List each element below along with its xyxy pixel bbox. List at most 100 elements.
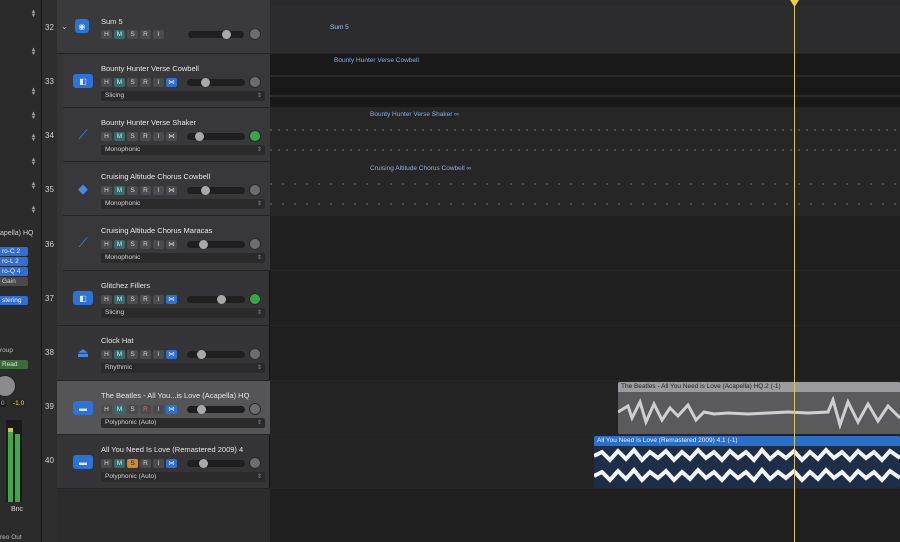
gain-slot[interactable]: Gain xyxy=(0,277,28,286)
hide-button[interactable]: H xyxy=(101,132,112,141)
pan-knob[interactable] xyxy=(249,28,261,40)
track-header-sum-5[interactable]: ⌄ ◉ Sum 5 H M S R I xyxy=(57,0,270,54)
solo-button[interactable]: S xyxy=(127,78,138,87)
flex-mode-select[interactable]: Polyphonic (Auto) ⇕ xyxy=(101,418,265,428)
slider-knob[interactable] xyxy=(197,350,206,359)
solo-button[interactable]: S xyxy=(127,132,138,141)
mute-button[interactable]: M xyxy=(114,30,125,39)
group-label[interactable]: roup xyxy=(0,347,13,354)
lane-ca-maracas[interactable] xyxy=(270,216,900,271)
slider-knob[interactable] xyxy=(201,186,210,195)
track-name[interactable]: Clock Hat xyxy=(101,336,134,345)
lane-bh-cowbell[interactable]: Bounty Hunter Verse Cowbell xyxy=(270,54,900,108)
solo-button[interactable]: S xyxy=(127,30,138,39)
flex-mode-select[interactable]: Monophonic ⇕ xyxy=(101,253,265,263)
pan-knob[interactable] xyxy=(249,184,261,196)
record-button[interactable]: R xyxy=(140,30,151,39)
volume-slider[interactable] xyxy=(187,295,245,304)
stepper-icon[interactable]: ▲ ▼ xyxy=(30,9,37,19)
track-name[interactable]: Bounty Hunter Verse Cowbell xyxy=(101,64,199,73)
slider-knob[interactable] xyxy=(199,459,208,468)
volume-slider[interactable] xyxy=(187,78,245,87)
flex-mode-select[interactable]: Slicing ⇕ xyxy=(101,91,265,101)
region-label[interactable]: Sum 5 xyxy=(330,24,349,31)
input-monitor-button[interactable]: I xyxy=(153,405,164,414)
volume-slider[interactable] xyxy=(187,405,245,414)
track-header-clock-hat[interactable]: ⏏ Clock Hat H M S R I ⋈ Rhythmic ⇕ xyxy=(57,326,270,381)
solo-button[interactable]: S xyxy=(127,350,138,359)
flex-link-icon[interactable]: ⋈ xyxy=(166,240,177,249)
plugin-slot-1[interactable]: ro-C 2 xyxy=(0,247,28,256)
stepper-icon[interactable]: ▲ ▼ xyxy=(30,47,37,57)
pan-knob[interactable] xyxy=(249,403,261,415)
track-name[interactable]: Cruising Altitude Chorus Cowbell xyxy=(101,172,210,181)
flex-link-icon[interactable]: ⋈ xyxy=(166,186,177,195)
hide-button[interactable]: H xyxy=(101,459,112,468)
flex-link-icon[interactable]: ⋈ xyxy=(166,132,177,141)
hide-button[interactable]: H xyxy=(101,405,112,414)
track-header-ca-cowbell[interactable]: ◆ Cruising Altitude Chorus Cowbell H M S… xyxy=(63,162,270,216)
flex-mode-select[interactable]: Slicing ⇕ xyxy=(101,308,265,318)
slider-knob[interactable] xyxy=(195,132,204,141)
solo-button[interactable]: S xyxy=(127,295,138,304)
playhead[interactable] xyxy=(794,0,795,542)
flex-link-icon[interactable]: ⋈ xyxy=(166,350,177,359)
input-monitor-button[interactable]: I xyxy=(153,30,164,39)
slider-knob[interactable] xyxy=(217,295,226,304)
mute-button[interactable]: M xyxy=(114,78,125,87)
record-button[interactable]: R xyxy=(140,295,151,304)
flex-link-icon[interactable]: ⋈ xyxy=(166,405,177,414)
solo-button[interactable]: S xyxy=(127,240,138,249)
track-header-bh-cowbell[interactable]: ◧ Bounty Hunter Verse Cowbell H M S R I … xyxy=(63,54,270,108)
mute-button[interactable]: M xyxy=(114,186,125,195)
volume-slider[interactable] xyxy=(188,30,244,39)
lane-sum-5[interactable]: Sum 5 xyxy=(270,6,900,54)
solo-button[interactable]: S xyxy=(127,459,138,468)
record-button[interactable]: R xyxy=(140,78,151,87)
stepper-icon[interactable]: ▲ ▼ xyxy=(30,111,37,121)
slider-knob[interactable] xyxy=(222,30,231,39)
audio-region-beatles[interactable]: The Beatles - All You Need is Love (Acap… xyxy=(618,382,900,434)
track-header-beatles-acapella[interactable]: ▬ The Beatles - All You...is Love (Acape… xyxy=(57,381,270,435)
hide-button[interactable]: H xyxy=(101,186,112,195)
lane-glitchez[interactable] xyxy=(270,271,900,326)
volume-slider[interactable] xyxy=(187,186,245,195)
lane-beatles-acapella[interactable]: The Beatles - All You Need is Love (Acap… xyxy=(270,381,900,435)
mute-button[interactable]: M xyxy=(114,240,125,249)
volume-slider[interactable] xyxy=(187,132,245,141)
flex-mode-select[interactable]: Polyphonic (Auto) ⇕ xyxy=(101,472,265,482)
mute-button[interactable]: M xyxy=(114,132,125,141)
record-button[interactable]: R xyxy=(140,240,151,249)
volume-knob[interactable] xyxy=(0,375,16,397)
hide-button[interactable]: H xyxy=(101,78,112,87)
lane-all-you-need[interactable]: All You Need Is Love (Remastered 2009) 4… xyxy=(270,435,900,489)
input-monitor-button[interactable]: I xyxy=(153,459,164,468)
mute-button[interactable]: M xyxy=(114,405,125,414)
lane-clock-hat[interactable] xyxy=(270,326,900,381)
stepper-icon[interactable]: ▲ ▼ xyxy=(30,87,37,97)
slider-knob[interactable] xyxy=(201,78,210,87)
flex-link-icon[interactable]: ⋈ xyxy=(166,295,177,304)
input-monitor-button[interactable]: I xyxy=(153,78,164,87)
flex-mode-select[interactable]: Monophonic ⇕ xyxy=(101,145,265,155)
track-header-glitchez[interactable]: ◧ Glitchez Fillers H M S R I ⋈ Slicing ⇕ xyxy=(57,271,270,326)
record-button[interactable]: R xyxy=(140,350,151,359)
pan-knob[interactable] xyxy=(249,76,261,88)
hide-button[interactable]: H xyxy=(101,350,112,359)
input-monitor-button[interactable]: I xyxy=(153,186,164,195)
record-button[interactable]: R xyxy=(140,132,151,141)
slider-knob[interactable] xyxy=(199,240,208,249)
flex-link-icon[interactable]: ⋈ xyxy=(166,459,177,468)
mute-button[interactable]: M xyxy=(114,350,125,359)
stepper-icon[interactable]: ▲ ▼ xyxy=(30,181,37,191)
flex-mode-select[interactable]: Monophonic ⇕ xyxy=(101,199,265,209)
record-button[interactable]: R xyxy=(140,405,151,414)
stepper-icon[interactable]: ▲ ▼ xyxy=(30,157,37,167)
volume-slider[interactable] xyxy=(187,459,245,468)
audio-region-remastered[interactable]: All You Need Is Love (Remastered 2009) 4… xyxy=(594,436,900,488)
pan-knob[interactable] xyxy=(249,130,261,142)
input-monitor-button[interactable]: I xyxy=(153,132,164,141)
lane-ca-cowbell[interactable]: Cruising Altitude Chorus Cowbell ∞ xyxy=(270,162,900,216)
plugin-slot-2[interactable]: ro-L 2 xyxy=(0,257,28,266)
bounce-button[interactable]: Bnc xyxy=(11,506,23,513)
